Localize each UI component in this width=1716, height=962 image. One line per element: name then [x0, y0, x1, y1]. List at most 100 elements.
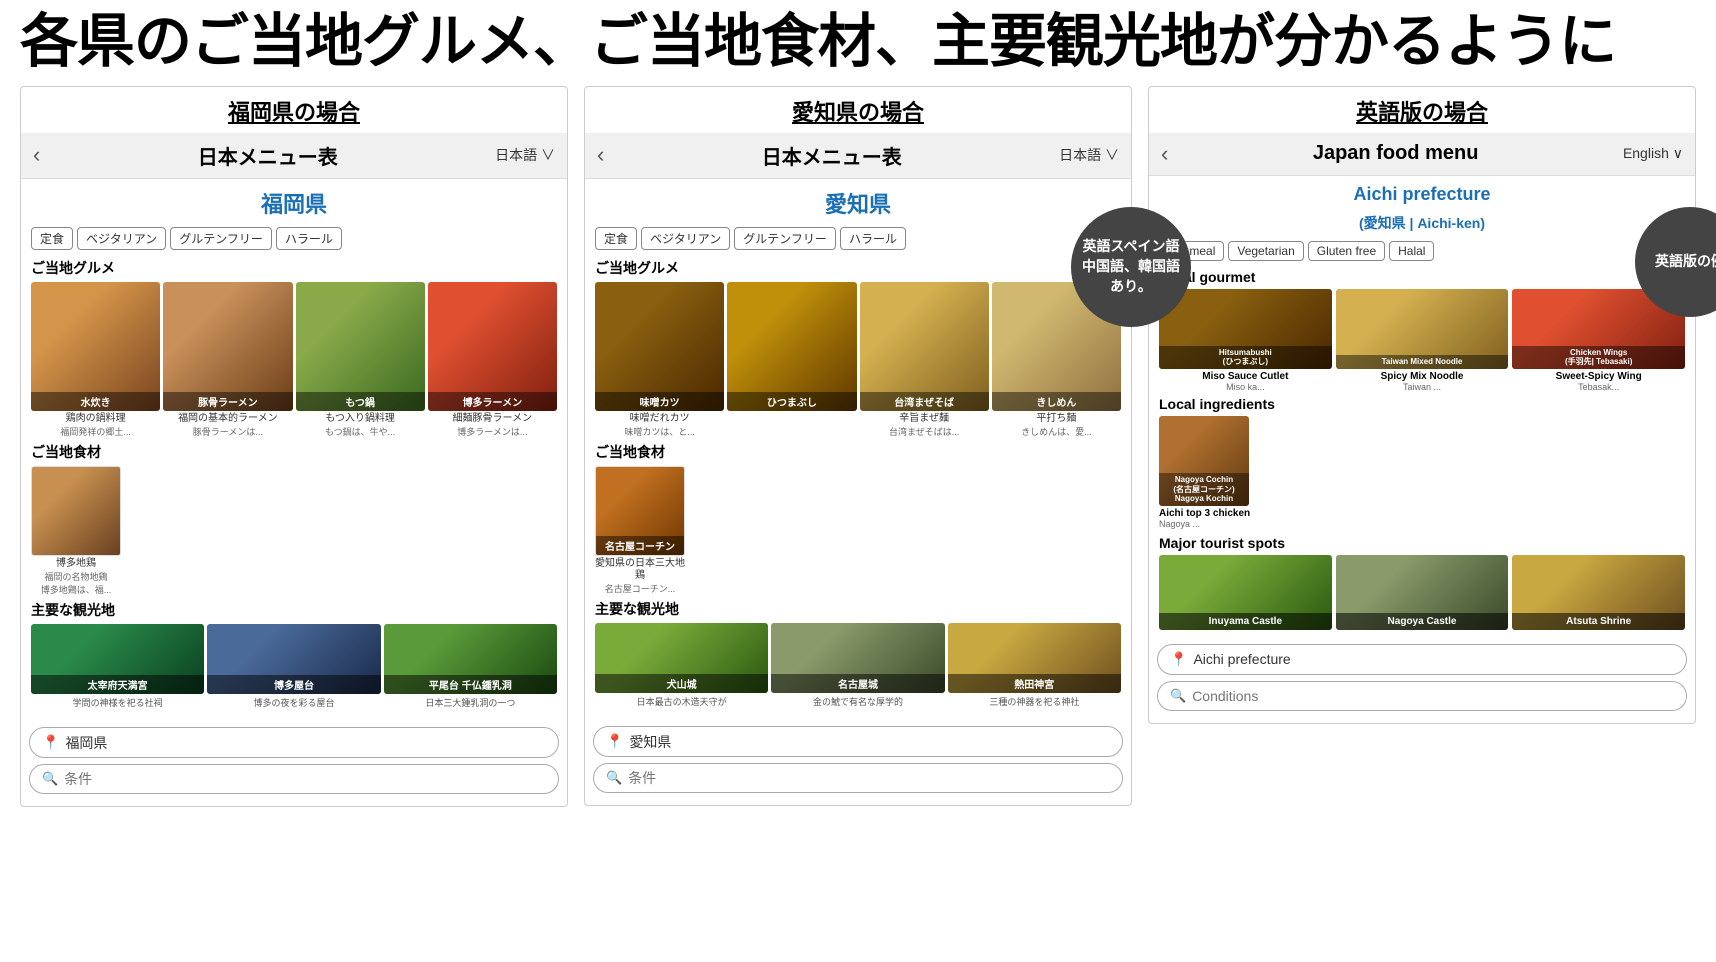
- tourist-image-inuyama-en: Inuyama Castle: [1159, 555, 1332, 630]
- back-button-fukuoka[interactable]: ‹: [33, 142, 40, 168]
- filter-tag[interactable]: 定食: [595, 227, 637, 250]
- food-sub: きしめんは、愛...: [1021, 425, 1092, 438]
- tourist-caption: 博多の夜を彩る屋台: [253, 696, 334, 709]
- filter-tag[interactable]: グルテンフリー: [170, 227, 272, 250]
- filter-tag[interactable]: ベジタリアン: [77, 227, 166, 250]
- prefecture-jp: (愛知県 | Aichi-ken): [1159, 213, 1685, 233]
- tourist-item[interactable]: 犬山城 日本最古の木造天守が: [595, 623, 768, 708]
- search-input-conditions-aichi[interactable]: [628, 770, 1110, 786]
- panel-label-english: 英語版の場合: [1149, 87, 1695, 127]
- tourist-image-dazaifu: 太宰府天満宮: [31, 624, 204, 694]
- food-item[interactable]: 台湾まぜそば 辛旨まぜ麺 台湾まぜそばは...: [860, 282, 989, 438]
- ingredient-item[interactable]: 名古屋コーチン 愛知県の日本三大地鶏 名古屋コーチン...: [595, 466, 685, 595]
- back-button-aichi[interactable]: ‹: [597, 142, 604, 168]
- tourist-item-en[interactable]: Nagoya Castle: [1336, 555, 1509, 630]
- ingredient-item-en[interactable]: Nagoya Cochin(名古屋コーチン) Nagoya Kochin Aic…: [1159, 416, 1250, 529]
- food-caption: 辛旨まぜ麺: [860, 413, 989, 425]
- filter-tag[interactable]: 定食: [31, 227, 73, 250]
- ingredient-grid-english: Nagoya Cochin(名古屋コーチン) Nagoya Kochin Aic…: [1159, 416, 1685, 529]
- search-icon: 🔍: [42, 771, 58, 787]
- tourist-label-aichi: 主要な観光地: [595, 599, 1121, 619]
- ingredient-item[interactable]: 博多地鶏 福岡の名物地鶏 博多地鶏は、福...: [31, 466, 121, 596]
- tourist-item[interactable]: 熱田神宮 三種の神器を祀る神社: [948, 623, 1121, 708]
- filter-tag[interactable]: ベジタリアン: [641, 227, 730, 250]
- phone-header-english: ‹ Japan food menu English ∨: [1149, 133, 1695, 176]
- ingredient-caption: 博多地鶏: [31, 558, 121, 570]
- food-item[interactable]: もつ鍋 もつ入り鍋料理 もつ鍋は、牛や...: [296, 282, 425, 438]
- filter-tag[interactable]: Gluten free: [1308, 241, 1385, 261]
- search-input-prefecture-fukuoka[interactable]: [65, 735, 546, 751]
- ingredient-image-hakata-chicken: [31, 466, 121, 556]
- ingredient-sub2: 博多地鶏は、福...: [41, 583, 112, 596]
- prefecture-fukuoka: 福岡県: [31, 187, 557, 219]
- tourist-name-inuyama: 犬山城: [595, 674, 768, 693]
- tourist-grid-aichi: 犬山城 日本最古の木造天守が 名古屋城 金の鯱で有名な厚学的 熱田神宮: [595, 623, 1121, 708]
- food-caption-en: Sweet-Spicy Wing: [1556, 371, 1642, 382]
- tourist-image-inuyama: 犬山城: [595, 623, 768, 693]
- tourist-grid-english: Inuyama Castle Nagoya Castle Atsuta Shri…: [1159, 555, 1685, 630]
- food-name-taiwan: 台湾まぜそば: [860, 392, 989, 411]
- search-input-conditions-english[interactable]: [1192, 688, 1674, 704]
- ingredient-caption-en: Aichi top 3 chicken: [1159, 508, 1250, 519]
- tourist-name-inuyama-en: Inuyama Castle: [1159, 613, 1332, 630]
- food-image-tonkotsu: 豚骨ラーメン: [163, 282, 292, 411]
- tourist-name-nagoya-en: Nagoya Castle: [1336, 613, 1509, 630]
- search-input-prefecture-aichi[interactable]: [629, 734, 1110, 750]
- filter-tag[interactable]: Vegetarian: [1228, 241, 1303, 261]
- tourist-item-en[interactable]: Inuyama Castle: [1159, 555, 1332, 630]
- lang-select-fukuoka[interactable]: 日本語 ∨: [495, 145, 555, 165]
- food-item[interactable]: 豚骨ラーメン 福岡の基本的ラーメン 豚骨ラーメンは...: [163, 282, 292, 438]
- filter-tag[interactable]: ハラール: [276, 227, 342, 250]
- pin-icon: 📍: [42, 734, 59, 751]
- food-item[interactable]: 水炊き 鶏肉の鍋料理 福岡発祥の郷土...: [31, 282, 160, 438]
- ingredients-label-fukuoka: ご当地食材: [31, 442, 557, 462]
- filter-tag[interactable]: Halal: [1389, 241, 1434, 261]
- panels-row: 福岡県の場合 ‹ 日本メニュー表 日本語 ∨ 福岡県 定食 ベジタリアン グルテ…: [20, 86, 1696, 807]
- tourist-item[interactable]: 太宰府天満宮 学問の神様を祀る社祠: [31, 624, 204, 709]
- food-caption-en: Spicy Mix Noodle: [1381, 371, 1464, 382]
- gourmet-label-fukuoka: ご当地グルメ: [31, 258, 557, 278]
- tourist-name-hakata-yatai: 博多屋台: [207, 675, 380, 694]
- food-caption: 福岡の基本的ラーメン: [163, 413, 292, 425]
- lang-select-aichi[interactable]: 日本語 ∨: [1059, 145, 1119, 165]
- food-overlay: Taiwan Mixed Noodle: [1336, 355, 1509, 369]
- tourist-item[interactable]: 名古屋城 金の鯱で有名な厚学的: [771, 623, 944, 708]
- food-sub: 博多ラーメンは...: [457, 425, 527, 438]
- food-item-en[interactable]: Taiwan Mixed Noodle Spicy Mix Noodle Tai…: [1336, 289, 1509, 392]
- tourist-image-atsuta: 熱田神宮: [948, 623, 1121, 693]
- food-image-taiwan: 台湾まぜそば: [860, 282, 989, 411]
- search-input-conditions-fukuoka[interactable]: [64, 771, 546, 787]
- speech-bubble-english: 英語版の例: [1635, 207, 1716, 317]
- ingredient-caption: 愛知県の日本三大地鶏: [595, 558, 685, 582]
- lang-select-english[interactable]: English ∨: [1623, 145, 1683, 162]
- tourist-image-hiraodai: 平尾台 千仏鍾乳洞: [384, 624, 557, 694]
- tourist-grid-fukuoka: 太宰府天満宮 学問の神様を祀る社祠 博多屋台 博多の夜を彩る屋台 平尾台 千仏鍾…: [31, 624, 557, 709]
- food-caption: 鶏肉の鍋料理: [31, 413, 160, 425]
- food-item[interactable]: ひつまぶし: [727, 282, 856, 438]
- ingredient-image-nagoya-en: Nagoya Cochin(名古屋コーチン) Nagoya Kochin: [1159, 416, 1249, 506]
- tourist-item-en[interactable]: Atsuta Shrine: [1512, 555, 1685, 630]
- filter-tag[interactable]: グルテンフリー: [734, 227, 836, 250]
- back-button-english[interactable]: ‹: [1161, 141, 1168, 167]
- ingredient-grid-fukuoka: 博多地鶏 福岡の名物地鶏 博多地鶏は、福...: [31, 466, 557, 596]
- prefecture-aichi: 愛知県: [595, 187, 1121, 219]
- ingredients-label-aichi: ご当地食材: [595, 442, 1121, 462]
- tourist-item[interactable]: 博多屋台 博多の夜を彩る屋台: [207, 624, 380, 709]
- food-sub: 台湾まぜそばは...: [889, 425, 959, 438]
- food-caption: もつ入り鍋料理: [296, 413, 425, 425]
- phone-body-aichi: 愛知県 定食 ベジタリアン グルテンフリー ハラール ご当地グルメ 味噌カツ 味…: [585, 179, 1131, 720]
- tourist-image-atsuta-en: Atsuta Shrine: [1512, 555, 1685, 630]
- search-box-conditions-english: 🔍: [1157, 681, 1687, 711]
- filter-tag[interactable]: ハラール: [840, 227, 906, 250]
- pin-icon: 📍: [606, 733, 623, 750]
- food-caption: 平打ち麺: [992, 413, 1121, 425]
- food-image-motsu: もつ鍋: [296, 282, 425, 411]
- phone-header-aichi: ‹ 日本メニュー表 日本語 ∨: [585, 133, 1131, 179]
- panel-label-fukuoka: 福岡県の場合: [21, 87, 567, 127]
- food-name-tonkotsu: 豚骨ラーメン: [163, 392, 292, 411]
- search-input-prefecture-english[interactable]: [1193, 651, 1674, 667]
- food-item[interactable]: 味噌カツ 味噌だれカツ 味噌カツは、と...: [595, 282, 724, 438]
- food-image-hitsumabushi: ひつまぶし: [727, 282, 856, 411]
- tourist-item[interactable]: 平尾台 千仏鍾乳洞 日本三大鍾乳洞の一つ: [384, 624, 557, 709]
- food-item[interactable]: 博多ラーメン 細麺豚骨ラーメン 博多ラーメンは...: [428, 282, 557, 438]
